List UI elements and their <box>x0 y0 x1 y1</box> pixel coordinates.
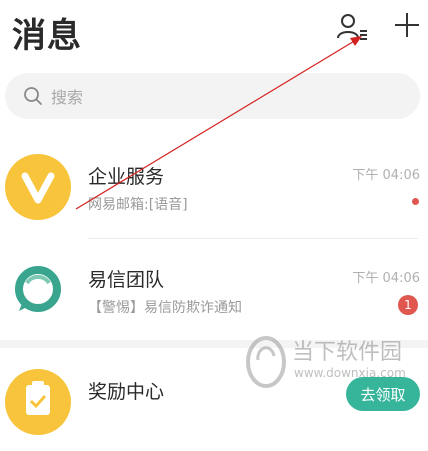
header: 消息 <box>0 0 428 66</box>
plus-icon <box>395 13 419 37</box>
search-icon <box>24 87 42 105</box>
conversation-time: 下午 04:06 <box>352 271 420 286</box>
yixin-logo-icon <box>15 266 61 312</box>
watermark-url: www.downxia.com <box>294 366 406 380</box>
search-input[interactable] <box>49 83 393 111</box>
conversation-time: 下午 04:06 <box>352 168 420 183</box>
avatar <box>5 257 71 323</box>
conversation-title: 易信团队 <box>88 269 165 291</box>
conversation-title: 企业服务 <box>88 166 165 188</box>
page-title: 消息 <box>12 16 82 56</box>
divider <box>88 238 418 239</box>
unread-dot <box>412 198 419 205</box>
conversation-preview: 网易邮箱:[语音] <box>88 197 188 213</box>
v-logo-icon <box>21 172 55 204</box>
add-button[interactable] <box>392 10 422 40</box>
unread-badge: 1 <box>398 295 418 315</box>
conversation-preview: 【警惕】易信防欺诈通知 <box>88 300 242 316</box>
watermark: 当下软件园 www.downxia.com <box>244 332 428 400</box>
watermark-logo-icon <box>246 336 286 388</box>
conversation-item-yixin-team[interactable]: 易信团队 【警惕】易信防欺诈通知 下午 04:06 1 <box>0 243 428 339</box>
contacts-button[interactable] <box>336 12 370 42</box>
contacts-list-icon <box>337 14 367 40</box>
watermark-text: 当下软件园 <box>292 340 403 365</box>
search-bar[interactable] <box>5 73 420 119</box>
clipboard-check-icon <box>26 381 50 415</box>
avatar <box>5 154 71 220</box>
conversation-item-enterprise-service[interactable]: 企业服务 网易邮箱:[语音] 下午 04:06 <box>0 140 428 236</box>
avatar <box>5 369 71 435</box>
